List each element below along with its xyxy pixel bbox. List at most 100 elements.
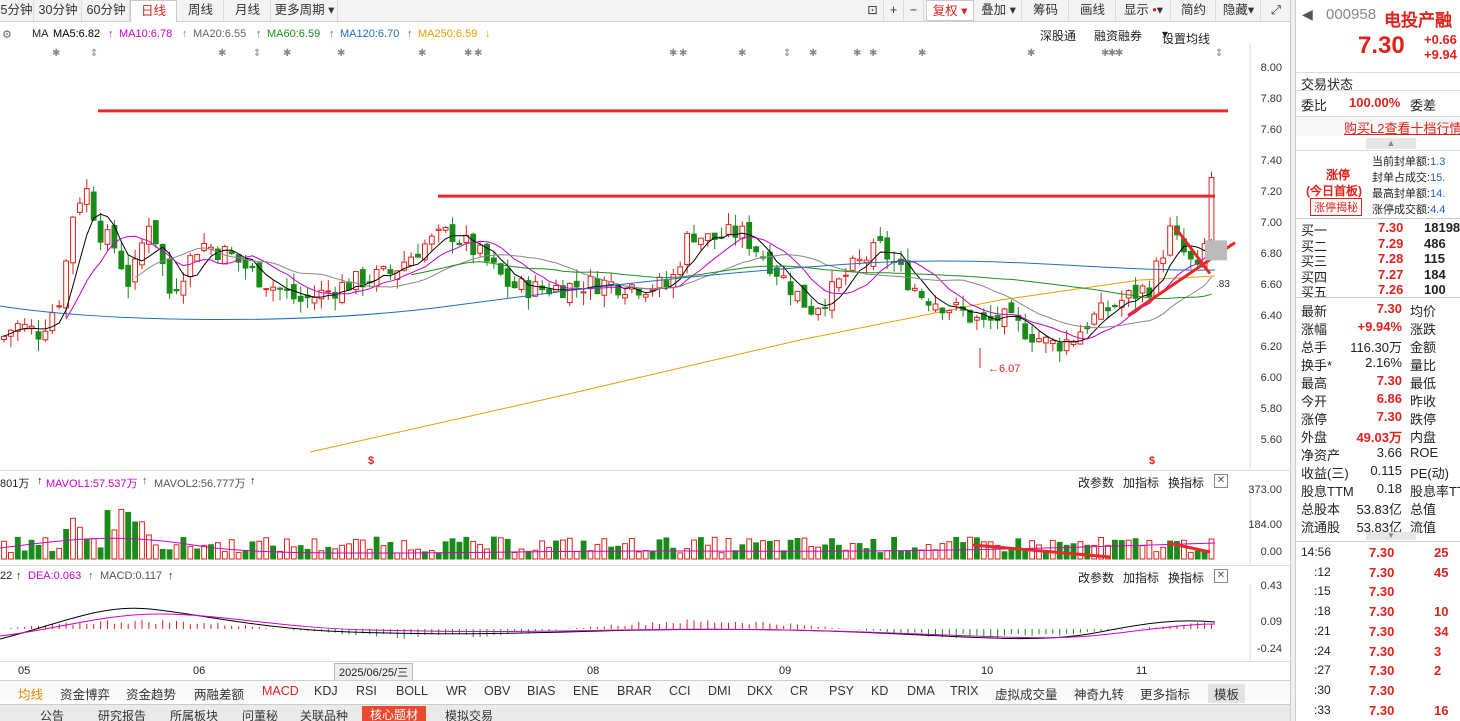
- svg-text:⇕: ⇕: [783, 48, 791, 59]
- svg-text:⇕: ⇕: [90, 48, 98, 59]
- svg-text:✱: ✱: [464, 48, 472, 59]
- svg-text:✱: ✱: [283, 48, 291, 59]
- quote-stat-row: 总股本 53.83亿 总值: [1301, 502, 1437, 517]
- indicator-obv[interactable]: OBV: [484, 684, 510, 698]
- svg-text:$: $: [368, 455, 374, 467]
- svg-text:⇕: ⇕: [253, 48, 261, 59]
- indicator-ma[interactable]: 均线: [18, 684, 43, 703]
- quote-stat-row: 换手* 2.16% 量比: [1301, 355, 1437, 373]
- lock-icon[interactable]: ⊡: [862, 0, 884, 21]
- tick-row: 14:56 7.30 25: [1301, 545, 1449, 560]
- overlay-button[interactable]: 叠加 ▾: [976, 0, 1022, 21]
- last-price: 7.30: [1358, 32, 1405, 59]
- bottom-tab[interactable]: 关联品种: [300, 707, 348, 721]
- period-60min[interactable]: 60分钟: [83, 0, 130, 21]
- simple-button[interactable]: 简约: [1172, 0, 1216, 21]
- period-weekly[interactable]: 周线: [178, 0, 224, 21]
- sz-connect-link[interactable]: 深股通: [1040, 27, 1076, 44]
- tick-row: :27 7.30 2: [1314, 663, 1442, 679]
- indicator-神奇九转[interactable]: 神奇九转: [1074, 684, 1124, 703]
- quote-stat-row: 最新 7.30 均价: [1301, 301, 1437, 319]
- tick-row: :12 7.30 45: [1314, 564, 1449, 580]
- collapse-icon[interactable]: ▲: [1366, 138, 1416, 149]
- bottom-tab[interactable]: 研究报告: [98, 707, 146, 721]
- indicator-cci[interactable]: CCI: [669, 684, 691, 698]
- indicator-dma[interactable]: DMA: [907, 684, 935, 698]
- tick-row: :30 7.30: [1314, 682, 1395, 698]
- bottom-tab[interactable]: 所属板块: [170, 707, 218, 721]
- ma250-line: [309, 275, 1216, 453]
- bottom-tab[interactable]: 公告: [40, 707, 64, 721]
- price-tick: 7.20: [1260, 186, 1282, 198]
- indicator-cr[interactable]: CR: [790, 684, 808, 698]
- period-monthly[interactable]: 月线: [225, 0, 271, 21]
- settings-gear-icon[interactable]: ⚙: [2, 28, 12, 41]
- indicator-更多指标[interactable]: 更多指标: [1140, 684, 1190, 703]
- quote-panel: ◀ 000958 电投产融 7.30 +0.66 +9.94 交易状态 委比 1…: [1296, 0, 1460, 721]
- order-book: 买一 7.30 18198 买二 7.29 486 买三 7.28 115 买四 7.27 184 买五…: [1296, 218, 1460, 300]
- quote-stat-row: 收益(三) 0.115 PE(动): [1301, 463, 1450, 481]
- indicator-wr[interactable]: WR: [446, 684, 467, 698]
- bottom-tab[interactable]: 问董秘: [242, 707, 278, 721]
- price-tick: 7.60: [1260, 124, 1282, 136]
- limit-detail-button[interactable]: 涨停揭秘: [1310, 198, 1362, 216]
- indicator-两融差额[interactable]: 两融差额: [194, 684, 244, 703]
- svg-text:✱: ✱: [418, 48, 426, 59]
- indicator-boll[interactable]: BOLL: [396, 684, 428, 698]
- indicator-dmi[interactable]: DMI: [708, 684, 731, 698]
- tick-row: :21 7.30 34: [1314, 623, 1449, 639]
- adjust-button[interactable]: 复权 ▾: [926, 0, 974, 21]
- indicator-kdj[interactable]: KDJ: [314, 684, 338, 698]
- bottom-tab[interactable]: 核心题材: [362, 706, 427, 721]
- vol-axis-zero: 0.00: [1260, 546, 1282, 558]
- zoom-out-icon[interactable]: −: [904, 0, 924, 21]
- indicator-brar[interactable]: BRAR: [617, 684, 652, 698]
- indicator-虚拟成交量[interactable]: 虚拟成交量: [995, 684, 1058, 703]
- macd-value: MACD:0.117: [100, 570, 163, 582]
- buy-l2-link[interactable]: 购买L2查看十档行情: [1344, 118, 1460, 137]
- bottom-tabs: 公告 研究报告 所属板块 问董秘 关联品种 核心题材 模拟交易: [0, 704, 1290, 721]
- order-book-row: 买五 7.26 100: [1301, 282, 1446, 300]
- back-arrow-icon[interactable]: ◀: [1302, 6, 1313, 23]
- indicator-psy[interactable]: PSY: [829, 684, 854, 698]
- candlestick-chart[interactable]: ✱ ⇕ ✱ ⇕ ✱ ✱ ✱ ✱ ✱ ✱ ✱ ✱ ⇕ ✱ ✱ ✱ ✱ ✱ ✱✱✱ ⇕ .83←6.07$ $: [0, 44, 1290, 469]
- svg-text:✱: ✱: [1115, 48, 1123, 59]
- margin-trading-link[interactable]: 融资融券: [1094, 27, 1142, 44]
- indicator-资金博弈[interactable]: 资金博弈: [60, 684, 110, 703]
- price-change: +0.66: [1424, 32, 1457, 47]
- period-5min[interactable]: 5分钟: [0, 0, 34, 21]
- price-change-pct: +9.94: [1424, 47, 1457, 62]
- draw-line-button[interactable]: 画线: [1070, 0, 1116, 21]
- ma-settings-link[interactable]: 设置均线 ▾: [1162, 27, 1210, 46]
- indicator-macd[interactable]: MACD: [262, 684, 299, 698]
- svg-text:.83: .83: [1216, 279, 1230, 290]
- indicator-dkx[interactable]: DKX: [747, 684, 773, 698]
- indicator-模板[interactable]: 模板: [1208, 684, 1246, 703]
- expand-icon[interactable]: ▼: [1366, 532, 1416, 540]
- indicator-bias[interactable]: BIAS: [527, 684, 556, 698]
- expand-icon[interactable]: ⤢: [1263, 0, 1289, 21]
- quote-stat-row: 外盘 49.03万 内盘: [1301, 430, 1437, 445]
- indicator-ene[interactable]: ENE: [573, 684, 599, 698]
- zoom-in-icon[interactable]: +: [884, 0, 904, 21]
- indicator-trix[interactable]: TRIX: [950, 684, 978, 698]
- svg-text:✱: ✱: [809, 48, 817, 59]
- macd-header: 22 ↑ DEA:0.063 ↑ MACD:0.117 ↑ 改参数 加指标 换指…: [0, 565, 1290, 585]
- limit-stat-row: 封单占成交:15.: [1372, 172, 1446, 184]
- period-30min[interactable]: 30分钟: [35, 0, 82, 21]
- indicator-资金趋势[interactable]: 资金趋势: [126, 684, 176, 703]
- close-icon[interactable]: ✕: [1214, 474, 1228, 488]
- volume-header: 801万 ↑ MAVOL1:57.537万 ↑ MAVOL2:56.777万 ↑…: [0, 470, 1290, 490]
- svg-text:✱: ✱: [669, 48, 677, 59]
- ma5-value: MA5:6.82: [53, 28, 101, 40]
- indicator-rsi[interactable]: RSI: [356, 684, 377, 698]
- indicator-kd[interactable]: KD: [871, 684, 888, 698]
- chips-button[interactable]: 筹码: [1023, 0, 1069, 21]
- close-icon[interactable]: ✕: [1214, 569, 1228, 583]
- display-button[interactable]: 显示 •▾: [1117, 0, 1171, 21]
- bottom-tab[interactable]: 模拟交易: [445, 707, 493, 721]
- cursor-date: 2025/06/25/三: [334, 663, 414, 681]
- period-more[interactable]: 更多周期 ▾: [272, 0, 338, 21]
- hide-button[interactable]: 隐藏▾: [1217, 0, 1261, 21]
- period-daily[interactable]: 日线: [130, 0, 177, 22]
